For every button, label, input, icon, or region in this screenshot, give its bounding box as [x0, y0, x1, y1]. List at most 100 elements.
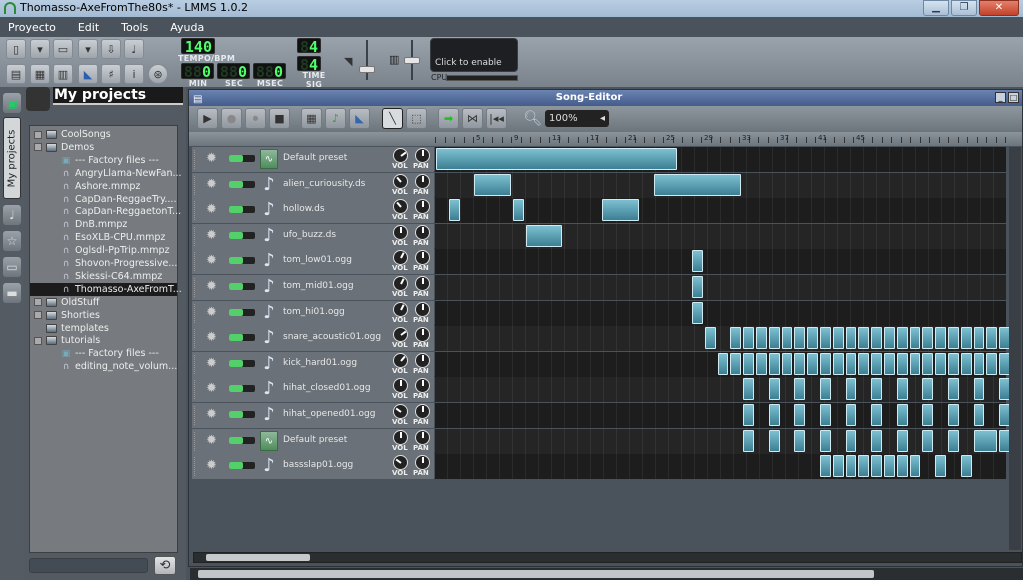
tree-project-file[interactable]: ∩ EsoXLB-CPU.mmpz: [60, 231, 166, 244]
track-mute-toggle[interactable]: [229, 334, 255, 342]
expand-toggle-icon[interactable]: [34, 336, 42, 345]
edit-mode-button[interactable]: ⬚: [406, 108, 427, 129]
pattern-clip[interactable]: [871, 352, 882, 375]
track-settings-gear-icon[interactable]: ✹: [206, 459, 217, 473]
track-timeline[interactable]: [435, 275, 1006, 300]
pattern-clip[interactable]: [730, 352, 742, 375]
pattern-clip[interactable]: [922, 327, 934, 350]
beat-bassline-button[interactable]: ▦: [30, 64, 50, 84]
sample-note-icon[interactable]: ♪: [260, 174, 278, 195]
menu-ayuda[interactable]: Ayuda: [166, 21, 208, 34]
track-timeline[interactable]: [435, 249, 1006, 275]
pattern-clip[interactable]: [832, 352, 844, 375]
vertical-scrollbar[interactable]: [1009, 147, 1021, 550]
volume-knob[interactable]: [393, 173, 408, 189]
loop-points-button[interactable]: ⋈: [462, 108, 483, 129]
pattern-clip[interactable]: [845, 429, 857, 452]
track-mute-toggle[interactable]: [229, 180, 255, 188]
menu-tools[interactable]: Tools: [117, 21, 152, 34]
track-mute-toggle[interactable]: [229, 257, 255, 265]
pattern-clip[interactable]: [973, 352, 985, 375]
track-mute-toggle[interactable]: [229, 385, 255, 393]
pattern-clip[interactable]: [730, 327, 742, 350]
volume-knob[interactable]: [393, 199, 408, 215]
track-name[interactable]: Default preset: [283, 153, 347, 163]
pattern-clip[interactable]: [743, 352, 754, 375]
pattern-clip[interactable]: [768, 429, 780, 452]
track-name[interactable]: tom_low01.ogg: [283, 255, 352, 265]
export-button[interactable]: ♩: [124, 39, 144, 59]
track-settings-gear-icon[interactable]: ✹: [206, 408, 217, 422]
pattern-clip[interactable]: [717, 352, 729, 375]
pattern-clip[interactable]: [525, 224, 562, 247]
pattern-clip[interactable]: [960, 455, 972, 478]
track-timeline[interactable]: [435, 198, 1006, 224]
pattern-clip[interactable]: [474, 173, 511, 196]
pattern-clip[interactable]: [743, 429, 754, 452]
add-sample-track-button[interactable]: ♪: [325, 108, 346, 129]
pan-knob[interactable]: [415, 404, 430, 419]
pattern-clip[interactable]: [794, 352, 806, 375]
pan-knob[interactable]: [415, 429, 430, 445]
sample-note-icon[interactable]: ♪: [260, 200, 278, 220]
pattern-clip[interactable]: [768, 378, 780, 401]
tree-folder[interactable]: OldStuff: [34, 296, 99, 309]
tree-factory-files[interactable]: ▣ --- Factory files ---: [60, 347, 159, 360]
track-drag-handle[interactable]: [194, 329, 197, 349]
pattern-clip[interactable]: [896, 429, 908, 452]
track-timeline[interactable]: [435, 147, 1006, 172]
song-editor-minimize-button[interactable]: _: [995, 92, 1006, 103]
track-settings-gear-icon[interactable]: ✹: [206, 356, 217, 371]
pan-knob[interactable]: [415, 199, 430, 215]
track-name[interactable]: tom_hi01.ogg: [283, 307, 345, 317]
open-project-button[interactable]: ▭: [53, 39, 73, 59]
restore-button[interactable]: ❐: [951, 0, 977, 16]
pattern-clip[interactable]: [794, 429, 806, 452]
pattern-clip[interactable]: [986, 327, 998, 350]
pan-knob[interactable]: [415, 455, 430, 471]
track-timeline[interactable]: [435, 403, 1010, 428]
automation-editor-button[interactable]: ◣: [78, 64, 98, 84]
track-timeline[interactable]: [435, 326, 1010, 352]
pattern-clip[interactable]: [858, 327, 870, 350]
volume-knob[interactable]: [393, 301, 408, 317]
pattern-clip[interactable]: [692, 276, 703, 298]
tree-project-file[interactable]: ∩ Oglsdl-PpTrip.mmpz: [60, 244, 170, 257]
pattern-clip[interactable]: [871, 327, 882, 350]
pattern-clip[interactable]: [820, 404, 831, 426]
volume-knob[interactable]: [393, 148, 408, 163]
pattern-clip[interactable]: [986, 352, 998, 375]
pattern-clip[interactable]: [756, 352, 767, 375]
instrument-preset-icon[interactable]: ∿: [260, 149, 278, 169]
track-timeline[interactable]: [435, 172, 1006, 198]
pan-knob[interactable]: [415, 276, 430, 291]
tree-project-file[interactable]: ∩ DnB.mmpz: [60, 218, 128, 231]
pattern-clip[interactable]: [935, 455, 946, 478]
volume-knob[interactable]: [393, 224, 408, 240]
pattern-clip[interactable]: [922, 429, 934, 452]
sample-note-icon[interactable]: ♪: [260, 328, 278, 348]
controller-rack-button[interactable]: ⊛: [148, 64, 168, 84]
new-project-button[interactable]: ▯: [6, 39, 26, 59]
pattern-clip[interactable]: [884, 455, 895, 478]
pattern-clip[interactable]: [858, 352, 870, 375]
tree-folder[interactable]: tutorials: [34, 334, 100, 347]
pattern-clip[interactable]: [909, 327, 921, 350]
tab-my-home[interactable]: ▭: [3, 257, 21, 277]
pattern-clip[interactable]: [896, 352, 908, 375]
file-filter-input[interactable]: [29, 558, 148, 573]
pan-knob[interactable]: [415, 352, 430, 368]
track-settings-gear-icon[interactable]: ✹: [206, 433, 217, 448]
track-timeline[interactable]: [435, 351, 1010, 377]
tree-project-file[interactable]: ∩ CapDan-ReggaetonT...: [60, 205, 181, 218]
main-horizontal-scrollbar[interactable]: [190, 568, 1023, 580]
track-drag-handle[interactable]: [194, 226, 197, 246]
pattern-clip[interactable]: [820, 429, 831, 452]
tree-project-file[interactable]: ∩ AngryLlama-NewFan...: [60, 167, 182, 180]
pattern-clip[interactable]: [832, 455, 844, 478]
expand-toggle-icon[interactable]: [34, 298, 42, 307]
track-mute-toggle[interactable]: [229, 283, 255, 290]
master-pitch-slider[interactable]: [404, 57, 420, 64]
pattern-clip[interactable]: [973, 378, 985, 401]
pattern-clip[interactable]: [794, 378, 806, 401]
